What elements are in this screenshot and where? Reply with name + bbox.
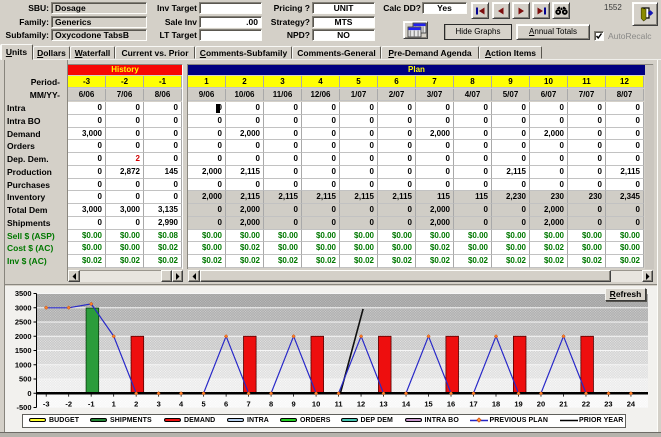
svg-text:15: 15 bbox=[424, 399, 432, 408]
svg-text:10: 10 bbox=[312, 399, 320, 408]
svg-text:500: 500 bbox=[19, 375, 32, 384]
svg-text:5: 5 bbox=[202, 399, 206, 408]
svg-text:22: 22 bbox=[582, 399, 590, 408]
svg-text:1000: 1000 bbox=[15, 360, 32, 369]
svg-text:2500: 2500 bbox=[15, 318, 32, 327]
svg-text:-500: -500 bbox=[16, 403, 31, 412]
svg-text:-3: -3 bbox=[43, 399, 50, 408]
svg-text:21: 21 bbox=[559, 399, 567, 408]
svg-text:6: 6 bbox=[224, 399, 228, 408]
svg-text:8: 8 bbox=[269, 399, 273, 408]
svg-text:-1: -1 bbox=[88, 399, 95, 408]
svg-text:16: 16 bbox=[447, 399, 455, 408]
svg-text:20: 20 bbox=[537, 399, 545, 408]
svg-text:13: 13 bbox=[379, 399, 387, 408]
svg-text:1: 1 bbox=[112, 399, 116, 408]
svg-text:11: 11 bbox=[335, 399, 343, 408]
svg-text:19: 19 bbox=[514, 399, 522, 408]
svg-text:1500: 1500 bbox=[15, 346, 32, 355]
svg-text:0: 0 bbox=[27, 389, 31, 398]
svg-text:3500: 3500 bbox=[15, 289, 32, 298]
svg-text:14: 14 bbox=[402, 399, 411, 408]
svg-text:12: 12 bbox=[357, 399, 365, 408]
svg-text:3: 3 bbox=[157, 399, 161, 408]
svg-text:2000: 2000 bbox=[15, 332, 32, 341]
svg-text:23: 23 bbox=[604, 399, 612, 408]
svg-text:17: 17 bbox=[469, 399, 477, 408]
svg-text:-2: -2 bbox=[65, 399, 72, 408]
svg-text:7: 7 bbox=[247, 399, 251, 408]
svg-text:3000: 3000 bbox=[15, 303, 32, 312]
svg-text:24: 24 bbox=[627, 399, 636, 408]
svg-text:9: 9 bbox=[292, 399, 296, 408]
svg-text:18: 18 bbox=[492, 399, 500, 408]
svg-text:2: 2 bbox=[134, 399, 138, 408]
